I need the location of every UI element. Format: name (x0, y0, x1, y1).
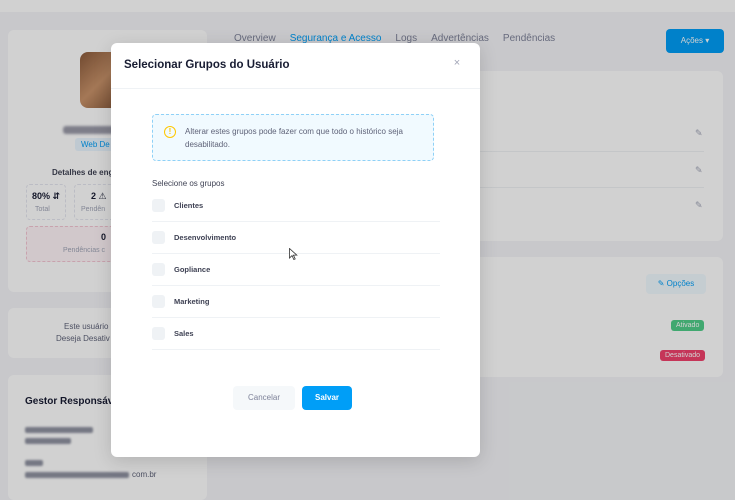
group-checkbox-desenvolvimento[interactable] (152, 231, 165, 244)
groups-label: Selecione os grupos (152, 179, 225, 188)
warning-notice: ! Alterar estes grupos pode fazer com qu… (152, 114, 434, 161)
group-name: Desenvolvimento (174, 233, 237, 242)
group-checkbox-marketing[interactable] (152, 295, 165, 308)
group-checkbox-sales[interactable] (152, 327, 165, 340)
group-checkbox-gopliance[interactable] (152, 263, 165, 276)
list-item[interactable]: Clientes (152, 190, 440, 222)
group-list: Clientes Desenvolvimento Gopliance Marke… (152, 190, 440, 350)
mouse-cursor-icon (289, 248, 298, 260)
group-name: Sales (174, 329, 194, 338)
save-button[interactable]: Salvar (302, 386, 352, 410)
group-name: Marketing (174, 297, 210, 306)
list-item[interactable]: Marketing (152, 286, 440, 318)
group-name: Gopliance (174, 265, 211, 274)
warning-text: Alterar estes grupos pode fazer com que … (185, 127, 403, 149)
close-icon[interactable]: × (450, 56, 464, 70)
cancel-button[interactable]: Cancelar (233, 386, 295, 410)
group-checkbox-clientes[interactable] (152, 199, 165, 212)
modal-header: Selecionar Grupos do Usuário × (111, 43, 480, 89)
warning-icon: ! (164, 126, 176, 138)
group-name: Clientes (174, 201, 204, 210)
list-item[interactable]: Sales (152, 318, 440, 350)
modal-title: Selecionar Grupos do Usuário (124, 59, 290, 71)
